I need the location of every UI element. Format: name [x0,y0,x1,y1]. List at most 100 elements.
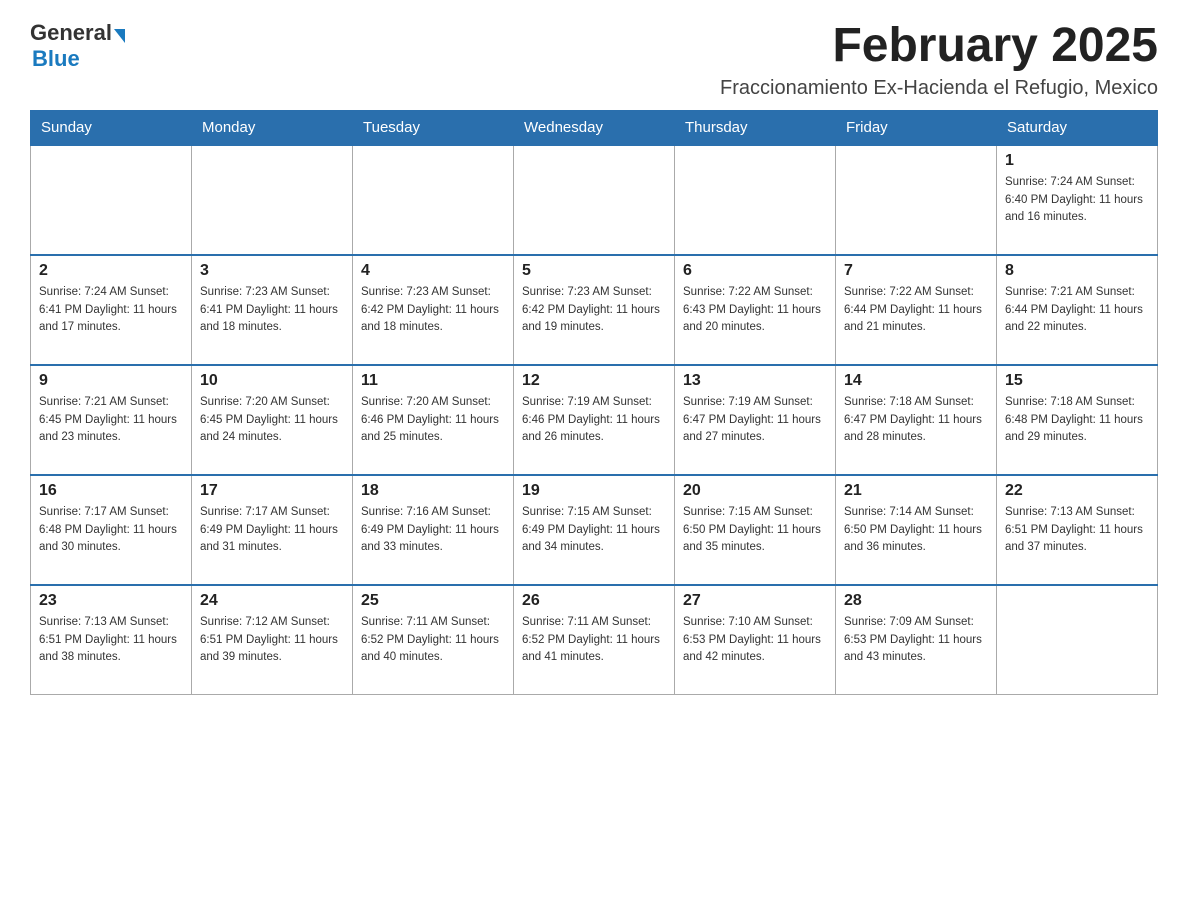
day-number: 9 [39,372,183,390]
day-info: Sunrise: 7:11 AM Sunset: 6:52 PM Dayligh… [522,614,666,667]
day-info: Sunrise: 7:22 AM Sunset: 6:43 PM Dayligh… [683,284,827,337]
calendar-cell [836,145,997,255]
calendar-week-row: 1 Sunrise: 7:24 AM Sunset: 6:40 PM Daylig… [31,145,1158,255]
day-info: Sunrise: 7:15 AM Sunset: 6:49 PM Dayligh… [522,504,666,557]
day-info: Sunrise: 7:09 AM Sunset: 6:53 PM Dayligh… [844,614,988,667]
day-number: 10 [200,372,344,390]
day-number: 12 [522,372,666,390]
day-number: 22 [1005,482,1149,500]
logo-blue-text: Blue [32,46,80,72]
calendar-week-row: 2 Sunrise: 7:24 AM Sunset: 6:41 PM Daylig… [31,255,1158,365]
calendar-week-row: 16Sunrise: 7:17 AM Sunset: 6:48 PM Dayli… [31,475,1158,585]
logo: General Blue [30,20,125,72]
logo-general-text: General [30,20,112,46]
weekday-header-row: SundayMondayTuesdayWednesdayThursdayFrid… [31,110,1158,145]
calendar-cell: 7Sunrise: 7:22 AM Sunset: 6:44 PM Daylig… [836,255,997,365]
calendar-cell: 28 Sunrise: 7:09 AM Sunset: 6:53 PM Dayli… [836,585,997,695]
day-number: 11 [361,372,505,390]
calendar-cell: 10 Sunrise: 7:20 AM Sunset: 6:45 PM Dayli… [192,365,353,475]
calendar-cell: 4 Sunrise: 7:23 AM Sunset: 6:42 PM Daylig… [353,255,514,365]
weekday-header-thursday: Thursday [675,110,836,145]
weekday-header-wednesday: Wednesday [514,110,675,145]
day-number: 16 [39,482,183,500]
calendar-table: SundayMondayTuesdayWednesdayThursdayFrid… [30,110,1158,696]
calendar-cell: 15Sunrise: 7:18 AM Sunset: 6:48 PM Dayli… [997,365,1158,475]
calendar-subtitle: Fraccionamiento Ex-Hacienda el Refugio, … [720,77,1158,100]
day-info: Sunrise: 7:24 AM Sunset: 6:41 PM Dayligh… [39,284,183,337]
calendar-cell: 20 Sunrise: 7:15 AM Sunset: 6:50 PM Dayli… [675,475,836,585]
calendar-cell: 8 Sunrise: 7:21 AM Sunset: 6:44 PM Daylig… [997,255,1158,365]
day-info: Sunrise: 7:20 AM Sunset: 6:46 PM Dayligh… [361,394,505,447]
calendar-cell [514,145,675,255]
day-info: Sunrise: 7:13 AM Sunset: 6:51 PM Dayligh… [39,614,183,667]
calendar-cell [353,145,514,255]
day-number: 4 [361,262,505,280]
title-area: February 2025 Fraccionamiento Ex-Haciend… [720,20,1158,100]
day-info: Sunrise: 7:15 AM Sunset: 6:50 PM Dayligh… [683,504,827,557]
weekday-header-tuesday: Tuesday [353,110,514,145]
calendar-cell: 14Sunrise: 7:18 AM Sunset: 6:47 PM Dayli… [836,365,997,475]
day-info: Sunrise: 7:13 AM Sunset: 6:51 PM Dayligh… [1005,504,1149,557]
calendar-cell: 2 Sunrise: 7:24 AM Sunset: 6:41 PM Daylig… [31,255,192,365]
day-number: 6 [683,262,827,280]
day-info: Sunrise: 7:21 AM Sunset: 6:44 PM Dayligh… [1005,284,1149,337]
day-info: Sunrise: 7:23 AM Sunset: 6:42 PM Dayligh… [361,284,505,337]
day-number: 26 [522,592,666,610]
calendar-cell [675,145,836,255]
calendar-cell [192,145,353,255]
calendar-cell: 25Sunrise: 7:11 AM Sunset: 6:52 PM Dayli… [353,585,514,695]
calendar-cell: 27Sunrise: 7:10 AM Sunset: 6:53 PM Dayli… [675,585,836,695]
calendar-cell: 22 Sunrise: 7:13 AM Sunset: 6:51 PM Dayli… [997,475,1158,585]
day-number: 25 [361,592,505,610]
calendar-cell: 13 Sunrise: 7:19 AM Sunset: 6:47 PM Dayli… [675,365,836,475]
calendar-week-row: 9Sunrise: 7:21 AM Sunset: 6:45 PM Daylig… [31,365,1158,475]
day-info: Sunrise: 7:24 AM Sunset: 6:40 PM Dayligh… [1005,174,1149,227]
calendar-cell: 23 Sunrise: 7:13 AM Sunset: 6:51 PM Dayli… [31,585,192,695]
calendar-cell [997,585,1158,695]
day-info: Sunrise: 7:16 AM Sunset: 6:49 PM Dayligh… [361,504,505,557]
calendar-cell: 9Sunrise: 7:21 AM Sunset: 6:45 PM Daylig… [31,365,192,475]
day-number: 18 [361,482,505,500]
day-number: 8 [1005,262,1149,280]
calendar-cell: 11 Sunrise: 7:20 AM Sunset: 6:46 PM Dayli… [353,365,514,475]
day-number: 15 [1005,372,1149,390]
day-number: 3 [200,262,344,280]
day-number: 5 [522,262,666,280]
calendar-cell: 17Sunrise: 7:17 AM Sunset: 6:49 PM Dayli… [192,475,353,585]
day-info: Sunrise: 7:23 AM Sunset: 6:42 PM Dayligh… [522,284,666,337]
day-info: Sunrise: 7:20 AM Sunset: 6:45 PM Dayligh… [200,394,344,447]
day-info: Sunrise: 7:19 AM Sunset: 6:47 PM Dayligh… [683,394,827,447]
calendar-cell: 26 Sunrise: 7:11 AM Sunset: 6:52 PM Dayli… [514,585,675,695]
day-info: Sunrise: 7:19 AM Sunset: 6:46 PM Dayligh… [522,394,666,447]
day-number: 13 [683,372,827,390]
day-number: 20 [683,482,827,500]
calendar-title: February 2025 [720,20,1158,73]
day-number: 21 [844,482,988,500]
calendar-cell: 6 Sunrise: 7:22 AM Sunset: 6:43 PM Daylig… [675,255,836,365]
calendar-cell: 12 Sunrise: 7:19 AM Sunset: 6:46 PM Dayli… [514,365,675,475]
day-number: 2 [39,262,183,280]
calendar-cell: 19 Sunrise: 7:15 AM Sunset: 6:49 PM Dayli… [514,475,675,585]
day-info: Sunrise: 7:12 AM Sunset: 6:51 PM Dayligh… [200,614,344,667]
day-number: 1 [1005,152,1149,170]
day-number: 28 [844,592,988,610]
calendar-cell: 5 Sunrise: 7:23 AM Sunset: 6:42 PM Daylig… [514,255,675,365]
calendar-cell: 24 Sunrise: 7:12 AM Sunset: 6:51 PM Dayli… [192,585,353,695]
day-number: 14 [844,372,988,390]
calendar-cell: 1 Sunrise: 7:24 AM Sunset: 6:40 PM Daylig… [997,145,1158,255]
calendar-week-row: 23 Sunrise: 7:13 AM Sunset: 6:51 PM Dayli… [31,585,1158,695]
weekday-header-sunday: Sunday [31,110,192,145]
day-number: 19 [522,482,666,500]
weekday-header-monday: Monday [192,110,353,145]
page-header: General Blue February 2025 Fraccionamien… [30,20,1158,100]
calendar-cell: 21 Sunrise: 7:14 AM Sunset: 6:50 PM Dayli… [836,475,997,585]
day-info: Sunrise: 7:14 AM Sunset: 6:50 PM Dayligh… [844,504,988,557]
day-number: 24 [200,592,344,610]
day-number: 27 [683,592,827,610]
weekday-header-friday: Friday [836,110,997,145]
calendar-cell: 3Sunrise: 7:23 AM Sunset: 6:41 PM Daylig… [192,255,353,365]
day-info: Sunrise: 7:17 AM Sunset: 6:49 PM Dayligh… [200,504,344,557]
calendar-cell [31,145,192,255]
day-number: 23 [39,592,183,610]
day-number: 7 [844,262,988,280]
